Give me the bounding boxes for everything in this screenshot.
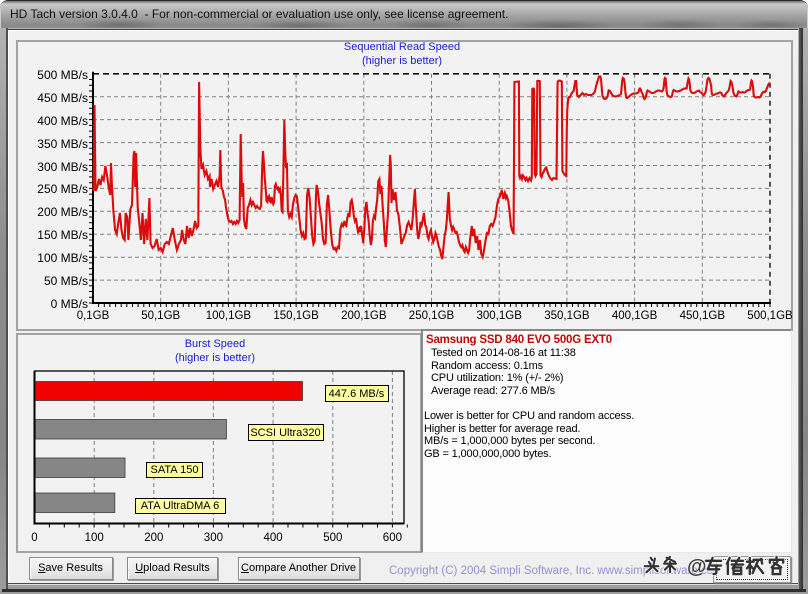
svg-text:@: @ [687, 556, 707, 578]
